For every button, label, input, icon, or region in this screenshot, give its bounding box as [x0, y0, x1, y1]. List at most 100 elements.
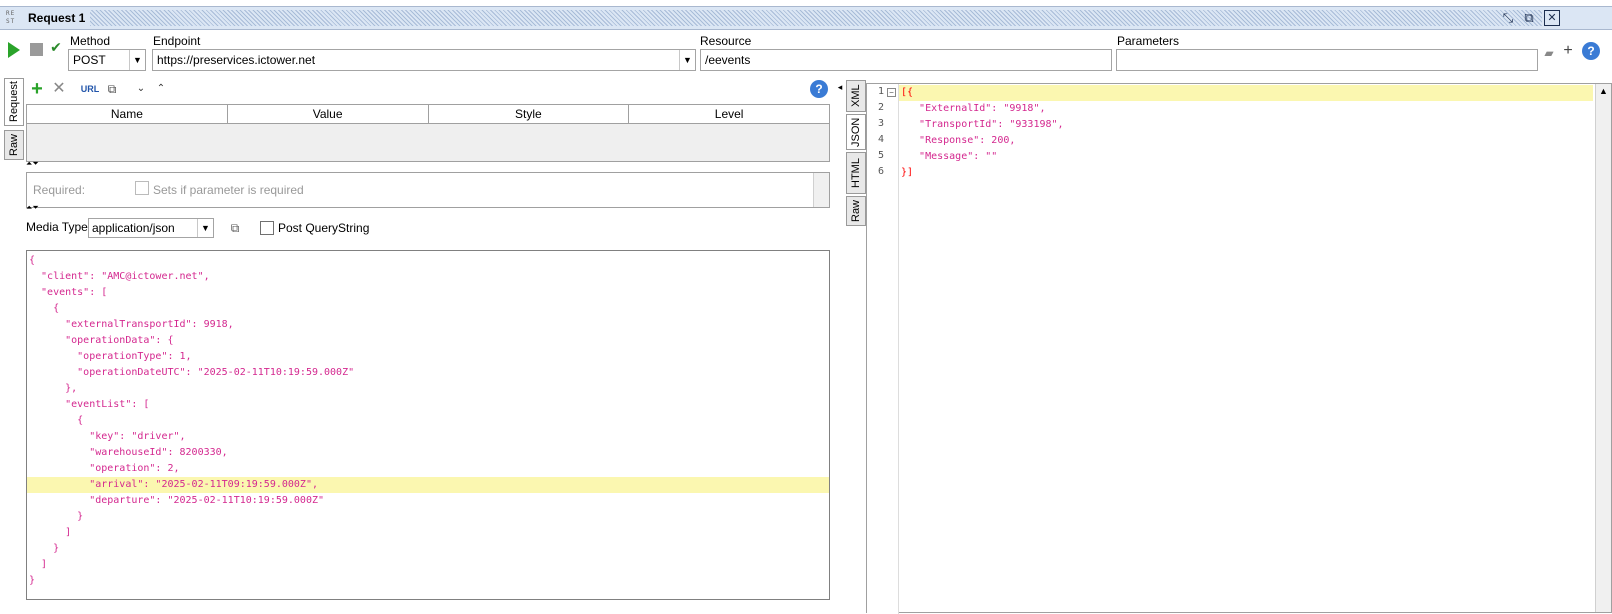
chevron-down-icon[interactable]: ▼ [679, 50, 695, 70]
tab-json[interactable]: JSON [846, 114, 866, 150]
response-body-code: [{ "ExternalId": "9918", "TransportId": … [899, 85, 1593, 181]
code-line: "events": [ [29, 287, 108, 298]
expand-editor-icon[interactable]: ⧉ [228, 219, 242, 237]
window-title: Request 1 [28, 11, 86, 25]
tab-request[interactable]: Request [4, 78, 24, 126]
line-number-gutter: 123456 [867, 84, 899, 614]
code-line: "TransportId": "933198", [901, 119, 1064, 130]
details-scrollbar[interactable] [813, 173, 829, 207]
parameter-details-panel: Required: Sets if parameter is required [26, 172, 830, 208]
code-line: { [29, 255, 36, 266]
post-querystring-checkbox[interactable] [260, 221, 274, 235]
expand-editor-icon[interactable]: ⧉ [104, 80, 120, 98]
params-table-body[interactable] [26, 124, 830, 162]
help-icon[interactable]: ? [1582, 42, 1600, 60]
code-line: "warehouseId": 8200330, [29, 447, 228, 458]
code-line: }, [29, 383, 78, 394]
code-line: "externalTransportId": 9918, [29, 319, 234, 330]
code-line: } [29, 575, 36, 586]
move-up-icon[interactable]: ⌃ [154, 80, 168, 98]
code-line: "operationType": 1, [29, 351, 192, 362]
code-line: ] [29, 527, 72, 538]
line-number: 2 [877, 102, 884, 113]
restore-icon[interactable]: ⧉ [1521, 10, 1537, 26]
code-line: "Message": "" [901, 151, 998, 162]
code-line: ] [29, 559, 48, 570]
collapse-fold-icon[interactable]: − [887, 88, 896, 97]
required-checkbox-label: Sets if parameter is required [153, 183, 304, 197]
tab-html[interactable]: HTML [846, 152, 866, 194]
pin-icon[interactable]: ▰ [1542, 44, 1556, 62]
code-line: "arrival": "2025-02-11T09:19:59.000Z", [27, 477, 829, 493]
code-line: "client": "AMC@ictower.net", [29, 271, 210, 282]
code-line: "operation": 2, [29, 463, 180, 474]
required-label: Required: [33, 183, 86, 197]
code-line: [{ [899, 85, 1593, 101]
resource-value: /eevents [705, 53, 751, 67]
code-line: } [29, 543, 60, 554]
column-header-value[interactable]: Value [228, 105, 429, 123]
method-value: POST [73, 53, 106, 67]
tab-xml[interactable]: XML [846, 80, 866, 112]
move-down-icon[interactable]: ⌄ [134, 80, 148, 98]
help-icon[interactable]: ? [810, 80, 828, 98]
code-line: { [29, 303, 60, 314]
request-body-code: { "client": "AMC@ictower.net", "events":… [27, 253, 829, 589]
params-table-header: Name Value Style Level [26, 104, 830, 124]
url-encode-icon[interactable]: URL [80, 80, 100, 98]
scroll-up-icon[interactable]: ▲ [1596, 84, 1611, 98]
line-number: 5 [877, 150, 884, 161]
chevron-down-icon[interactable]: ▼ [129, 50, 145, 70]
request-pane: + ✕ URL ⧉ ⌄ ⌃ ? Name Value Style Level ⏶… [24, 78, 830, 613]
code-line: "departure": "2025-02-11T10:19:59.000Z" [29, 495, 325, 506]
line-number: 4 [877, 134, 884, 145]
tab-raw[interactable]: Raw [846, 196, 866, 226]
line-number: 3 [877, 118, 884, 129]
post-querystring-label: Post QueryString [278, 221, 370, 235]
code-line: "ExternalId": "9918", [901, 103, 1046, 114]
code-line: }] [901, 167, 914, 178]
parameters-label: Parameters [1117, 34, 1180, 48]
media-type-label: Media Type [26, 220, 88, 234]
method-label: Method [70, 34, 111, 48]
parameters-input[interactable] [1116, 49, 1538, 71]
splitter-arrows-icon[interactable]: ⏶⏷ [26, 160, 830, 168]
collapse-left-icon[interactable]: ◂ [836, 78, 844, 96]
close-icon[interactable]: ✕ [1544, 10, 1560, 26]
resource-label: Resource [700, 34, 752, 48]
title-bar-hatch [90, 10, 1542, 26]
code-line: "Response": 200, [901, 135, 1016, 146]
validate-check-icon[interactable]: ✔ [48, 38, 64, 56]
code-line: } [29, 511, 84, 522]
request-toolbar: ✔ Method POST ▼ Endpoint https://preserv… [0, 32, 1612, 74]
tab-raw[interactable]: Raw [4, 130, 24, 160]
run-request-icon[interactable] [8, 42, 20, 58]
response-pane[interactable]: 123456 − [{ "ExternalId": "9918", "Trans… [866, 83, 1612, 614]
media-type-value: application/json [92, 221, 175, 235]
code-line: "operationDateUTC": "2025-02-11T10:19:59… [29, 367, 355, 378]
column-header-name[interactable]: Name [27, 105, 228, 123]
media-type-select[interactable]: application/json ▼ [88, 218, 214, 238]
chevron-down-icon[interactable]: ▼ [197, 219, 213, 237]
method-select[interactable]: POST ▼ [68, 49, 146, 71]
add-parameter-icon[interactable]: + [1561, 42, 1575, 60]
endpoint-input[interactable]: https://preservices.ictower.net ▼ [152, 49, 696, 71]
resource-input[interactable]: /eevents [700, 49, 1112, 71]
minimize-icon[interactable]: ⤡ [1500, 10, 1516, 26]
rest-logo-icon: RE ST [6, 10, 16, 25]
request-body-editor[interactable]: { "client": "AMC@ictower.net", "events":… [26, 250, 830, 600]
column-header-level[interactable]: Level [629, 105, 829, 123]
stop-request-icon[interactable] [30, 43, 43, 56]
splitter-arrows-icon[interactable]: ⏶⏷ [26, 204, 830, 212]
endpoint-label: Endpoint [153, 34, 201, 48]
code-line: { [29, 415, 84, 426]
line-number: 6 [877, 166, 884, 177]
required-checkbox[interactable] [135, 181, 149, 195]
title-bar: RE ST Request 1 ⤡ ⧉ ✕ [0, 6, 1612, 30]
code-line: "eventList": [ [29, 399, 150, 410]
add-icon[interactable]: + [28, 79, 46, 99]
column-header-style[interactable]: Style [429, 105, 630, 123]
code-line: "operationData": { [29, 335, 174, 346]
response-scrollbar[interactable]: ▲ [1595, 84, 1611, 612]
delete-icon[interactable]: ✕ [50, 80, 68, 98]
